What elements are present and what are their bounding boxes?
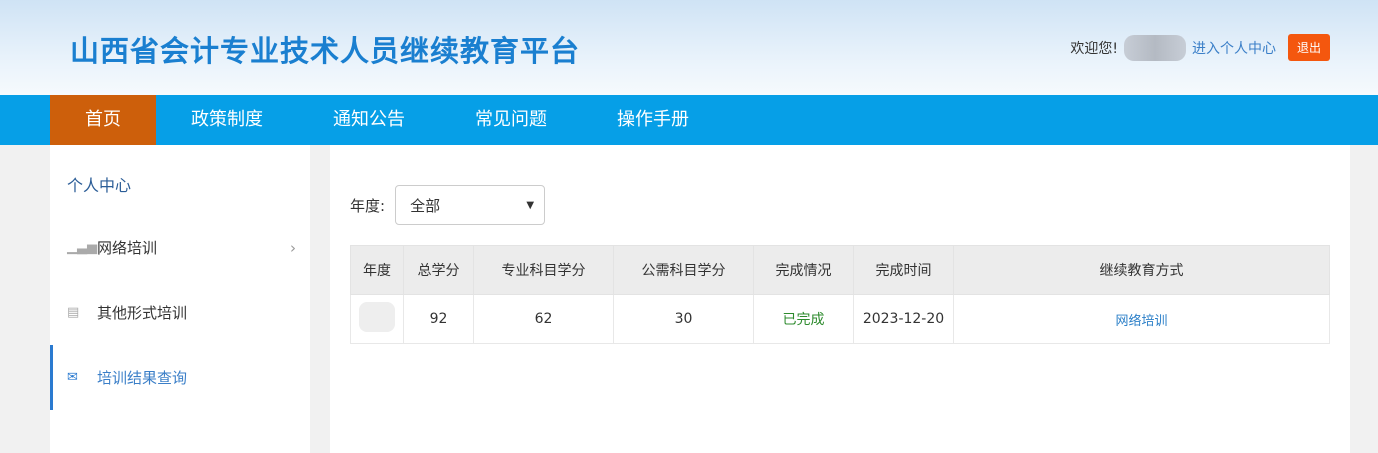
logout-button[interactable]: 退出 [1287,34,1330,61]
table-row: 92 62 30 已完成 2023-12-20 网络培训 [350,294,1330,344]
sidebar-item-label: 培训结果查询 [97,369,188,387]
user-box: 欢迎您! 进入个人中心 退出 [1070,34,1330,61]
nav-faq[interactable]: 常见问题 [440,95,582,145]
results-table: 年度 总学分 专业科目学分 公需科目学分 完成情况 完成时间 继续教育方式 92… [350,245,1330,344]
status-cell: 已完成 [753,294,854,344]
main-content: 年度: 全部 ▼ 年度 总学分 专业科目学分 公需科目学分 完成情况 完成时间 继… [330,145,1350,453]
table-header-row: 年度 总学分 专业科目学分 公需科目学分 完成情况 完成时间 继续教育方式 [350,245,1330,295]
professional-credits-cell: 62 [473,294,614,344]
chevron-right-icon: › [290,238,296,257]
sidebar-item-label: 网络培训 [97,239,158,257]
col-completion-date: 完成时间 [853,245,954,295]
sidebar-item-result-query[interactable]: ✉ 培训结果查询 [50,345,310,410]
nav-policy[interactable]: 政策制度 [156,95,298,145]
col-year: 年度 [350,245,404,295]
calendar-icon: ▤ [67,305,80,320]
main-nav: 首页 政策制度 通知公告 常见问题 操作手册 [0,95,1378,145]
welcome-text: 欢迎您! [1070,40,1118,57]
year-select-value: 全部 [410,196,441,215]
sidebar-title: 个人中心 [67,176,132,195]
public-credits-cell: 30 [613,294,754,344]
year-select[interactable]: 全部 ▼ [395,185,546,225]
envelope-icon: ✉ [67,370,78,385]
sidebar-item-other-training[interactable]: ▤ 其他形式培训 [50,280,310,345]
username-redacted [1123,34,1186,61]
dropdown-arrow-icon: ▼ [526,199,535,211]
site-title: 山西省会计专业技术人员继续教育平台 [70,34,581,68]
total-credits-cell: 92 [403,294,474,344]
nav-home[interactable]: 首页 [50,95,156,145]
sidebar-item-online-training[interactable]: ▁▃▅ 网络培训 › [50,215,310,280]
year-label: 年度: [350,196,386,215]
date-cell: 2023-12-20 [853,294,954,344]
bar-chart-icon: ▁▃▅ [67,240,97,255]
nav-manual[interactable]: 操作手册 [582,95,724,145]
method-link[interactable]: 网络培训 [1115,314,1167,329]
year-cell-redacted [350,294,404,344]
col-professional-credits: 专业科目学分 [473,245,614,295]
col-total-credits: 总学分 [403,245,474,295]
sidebar: 个人中心 ▁▃▅ 网络培训 › ▤ 其他形式培训 ✉ 培训结果查询 [50,145,310,453]
personal-center-link[interactable]: 进入个人中心 [1192,38,1276,58]
sidebar-item-label: 其他形式培训 [97,304,188,322]
method-cell: 网络培训 [953,294,1330,344]
header: 山西省会计专业技术人员继续教育平台 欢迎您! 进入个人中心 退出 [0,0,1378,95]
year-filter: 年度: 全部 ▼ [350,185,546,225]
nav-notice[interactable]: 通知公告 [298,95,440,145]
col-public-credits: 公需科目学分 [613,245,754,295]
col-status: 完成情况 [753,245,854,295]
col-method: 继续教育方式 [953,245,1330,295]
